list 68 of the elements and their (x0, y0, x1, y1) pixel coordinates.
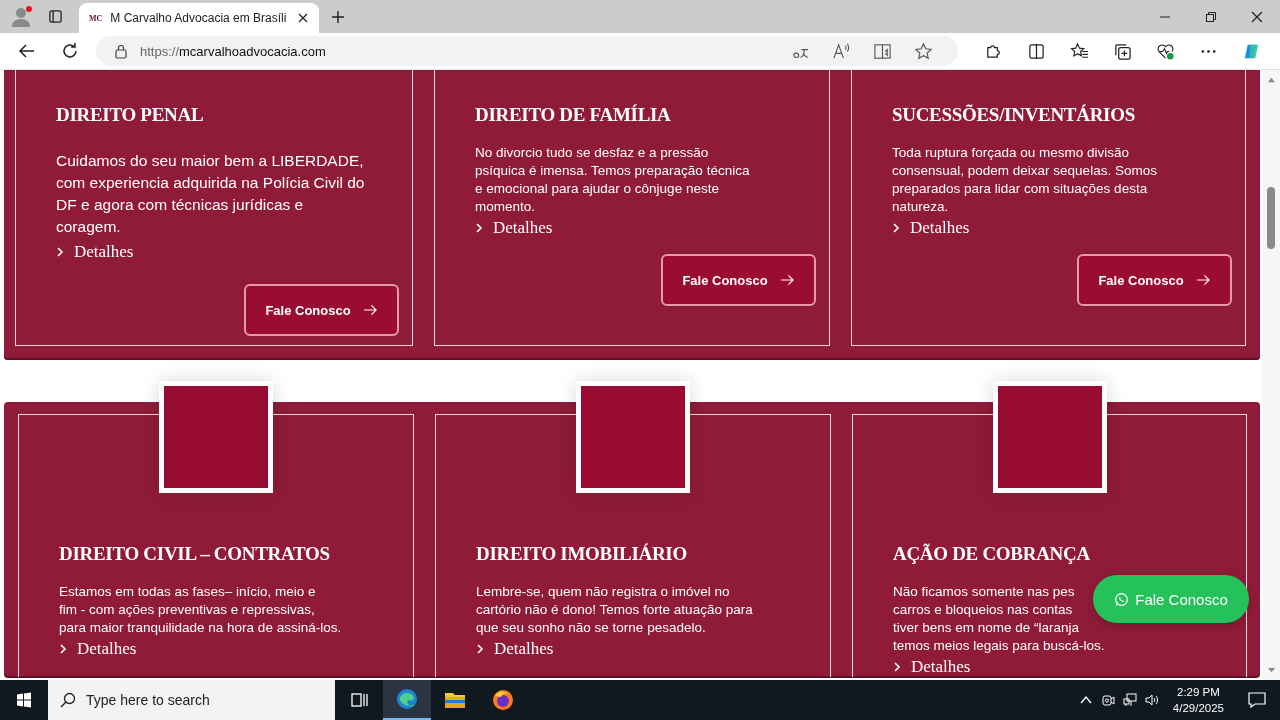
arrow-icon (362, 304, 378, 316)
collections-icon[interactable] (1113, 41, 1132, 61)
favorites-icon[interactable] (1070, 41, 1089, 61)
card-title: DIREITO PENAL (56, 104, 204, 126)
firefox-icon (491, 688, 515, 712)
whatsapp-icon (1114, 591, 1130, 607)
details-link[interactable]: Detalhes (475, 218, 553, 238)
task-view-icon[interactable] (349, 690, 369, 710)
clock-time[interactable]: 2:29 PM (1177, 684, 1220, 700)
refresh-icon[interactable] (61, 42, 79, 60)
scrollbar[interactable] (1262, 70, 1280, 680)
profile-icon[interactable] (10, 4, 34, 29)
card-title: DIREITO IMOBILIÁRIO (476, 543, 687, 565)
edge-taskbar-button[interactable] (383, 680, 431, 720)
card-description: Cuidamos do seu maior bem a LIBERDADE, com experiencia adquirida na Polícia Civil do DF e agora com técnicas jurídicas e coragem. (56, 151, 365, 237)
edge-icon (395, 687, 419, 711)
details-link[interactable]: Detalhes (893, 657, 971, 677)
read-aloud-icon[interactable] (832, 41, 851, 61)
restore-icon[interactable] (1205, 10, 1217, 23)
immersive-reader-icon[interactable] (873, 41, 892, 61)
chevron-icon (59, 644, 67, 654)
search-icon (60, 692, 76, 708)
card-title: AÇÃO DE COBRANÇA (893, 543, 1090, 565)
favorite-star-icon[interactable] (914, 41, 933, 61)
back-icon[interactable] (18, 42, 36, 60)
card-title: SUCESSÕES/INVENTÁRIOS (892, 104, 1135, 126)
card-title: DIREITO DE FAMÍLIA (475, 104, 671, 126)
contact-button[interactable]: Fale Conosco (661, 254, 816, 306)
split-screen-icon[interactable] (1027, 41, 1046, 61)
clock-date[interactable]: 4/29/2025 (1172, 700, 1224, 716)
arrow-icon (1195, 274, 1211, 286)
scroll-up-icon[interactable] (1266, 76, 1276, 83)
contact-button[interactable]: Fale Conosco (1077, 254, 1232, 306)
favicon: MC (89, 13, 103, 23)
chevron-icon (476, 644, 484, 654)
details-link[interactable]: Detalhes (892, 218, 970, 238)
scroll-down-icon[interactable] (1266, 667, 1276, 674)
contact-button[interactable]: Fale Conosco (244, 284, 399, 336)
card-description: No divorcio tudo se desfaz e a pressão psíquica é imensa. Temos preparação técnica e emocional para ajudar o cônjuge neste momento. (475, 144, 750, 216)
chevron-icon (475, 223, 483, 233)
windows-start-icon[interactable] (16, 692, 32, 708)
browser-tab[interactable]: MC M Carvalho Advocacia em Brasíli (79, 3, 319, 33)
browser-health-icon[interactable] (1156, 41, 1175, 61)
volume-icon[interactable] (1144, 693, 1159, 707)
card-description: Toda ruptura forçada ou mesmo divisão consensual, podem deixar sequelas. Somos preparados para lidar com situações desta natureza. (892, 144, 1157, 216)
chevron-icon (892, 223, 900, 233)
taskbar-search-field[interactable]: Type here to search (48, 680, 335, 720)
arrow-icon (779, 274, 795, 286)
chevron-icon (893, 662, 901, 672)
network-icon[interactable] (1122, 693, 1137, 707)
details-link[interactable]: Detalhes (59, 639, 137, 659)
camera-icon[interactable] (1100, 693, 1115, 707)
url-text: https://mcarvalhoadvocacia.com (140, 43, 326, 59)
close-window-icon[interactable] (1251, 10, 1263, 23)
tab-actions-icon[interactable] (48, 9, 63, 24)
close-icon[interactable] (297, 12, 309, 24)
new-tab-icon[interactable] (331, 9, 345, 24)
lock-icon (114, 43, 128, 59)
notification-icon[interactable] (1248, 692, 1266, 708)
scrollbar-thumb[interactable] (1267, 187, 1275, 249)
address-bar[interactable]: https://mcarvalhoadvocacia.com (96, 36, 958, 66)
card-title: DIREITO CIVIL – CONTRATOS (59, 543, 330, 565)
details-link[interactable]: Detalhes (476, 639, 554, 659)
tab-title: M Carvalho Advocacia em Brasíli (110, 11, 288, 25)
card-description: Estamos em todas as fases– início, meio e fim - com ações preventivas e repressivas, para maior tranquilidade na hora de assiná-los. (59, 583, 342, 637)
card-description: Lembre-se, quem não registra o imóvel no cartório não é dono! Temos forte atuação para que seu sonho não se torne pesadelo. (476, 583, 753, 637)
chevron-icon (56, 247, 64, 257)
details-link[interactable]: Detalhes (56, 242, 134, 262)
